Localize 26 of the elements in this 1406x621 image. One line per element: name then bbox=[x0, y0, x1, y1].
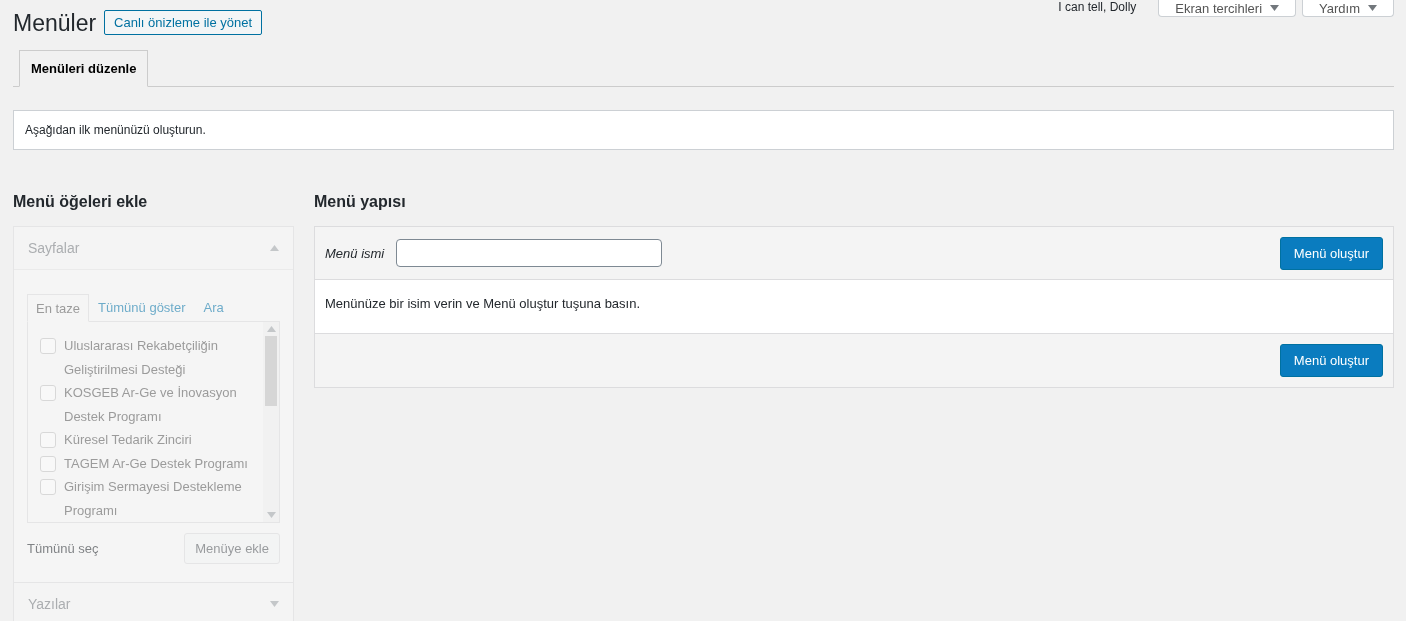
page-title: Menüler bbox=[13, 9, 97, 38]
field-label: Menü ismi bbox=[325, 245, 385, 261]
screen-options-button[interactable]: Ekran tercihleri bbox=[1158, 0, 1297, 17]
create-menu-button[interactable]: Menü oluştur bbox=[1279, 236, 1383, 270]
page-item-label: KOSGEB Ar-Ge ve İnovasyon Destek Programı bbox=[64, 384, 238, 426]
notice-message: Aşağıdan ilk menünüzü oluşturun. bbox=[13, 110, 1394, 150]
scroll-down-icon bbox=[266, 512, 276, 518]
page-item-label: TAGEM Ar-Ge Destek Programı bbox=[64, 454, 249, 473]
section-heading: Menü yapısı bbox=[314, 192, 407, 212]
create-menu-button[interactable]: Menü oluştur bbox=[1279, 344, 1383, 377]
greeting-text: I can tell, Dolly bbox=[1058, 0, 1137, 14]
scrollbar-thumb bbox=[265, 336, 277, 406]
page-item-label: Girişim Sermayesi Destekleme Programı bbox=[64, 478, 243, 520]
section-heading: Menü öğeleri ekle bbox=[13, 192, 149, 212]
caret-icon bbox=[1368, 5, 1377, 11]
page-item-label: Küresel Tedarik Zinciri bbox=[64, 431, 193, 449]
collapse-arrow-icon bbox=[270, 245, 279, 251]
instruction-text: Menünüze bir isim verin ve Menü oluştur tuşuna basın. bbox=[315, 280, 1393, 334]
menu-name-field[interactable] bbox=[396, 239, 663, 267]
live-preview-button[interactable]: Canlı önizleme ile yönet bbox=[104, 10, 263, 35]
expand-arrow-icon bbox=[270, 601, 279, 607]
scroll-up-icon bbox=[266, 326, 276, 332]
help-button[interactable]: Yardım bbox=[1302, 0, 1394, 17]
tab[interactable]: Menüleri düzenle bbox=[19, 50, 149, 87]
caret-icon bbox=[1270, 5, 1280, 11]
page-item-label: Uluslararası Rekabetçiliğin Geliştirilmesi Desteği bbox=[64, 337, 219, 379]
